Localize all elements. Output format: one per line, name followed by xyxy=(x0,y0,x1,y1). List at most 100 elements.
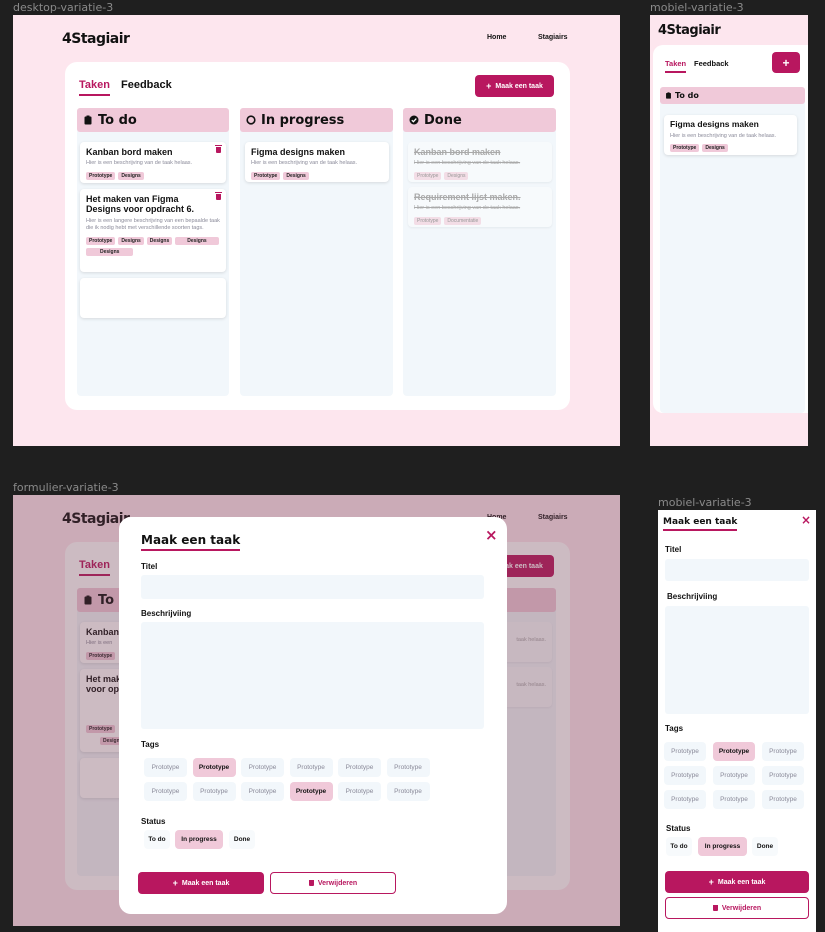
status-option[interactable]: Done xyxy=(752,837,778,856)
tag-option[interactable]: Prototype xyxy=(241,758,284,777)
status-option[interactable]: To do xyxy=(666,837,692,856)
modal-title: Maak een taak xyxy=(141,533,241,551)
tag-option[interactable]: Prototype xyxy=(664,766,706,785)
tag: Designs xyxy=(702,144,728,153)
nav-stagiairs[interactable]: Stagiairs xyxy=(538,34,568,41)
tab-feedback[interactable]: Feedback xyxy=(694,59,729,68)
logo[interactable]: 4Stagiair xyxy=(62,31,130,47)
tag: Designs xyxy=(86,247,134,256)
delete-button[interactable]: Verwijderen xyxy=(665,897,809,919)
status-option[interactable]: In progress xyxy=(175,830,223,849)
column-todo-title: To do xyxy=(98,112,137,128)
tag-option[interactable]: Prototype xyxy=(241,782,284,801)
task-description: Hier is een beschrijving van de taak hel… xyxy=(251,160,358,167)
tag-option[interactable]: Prototype xyxy=(713,766,755,785)
tag-option[interactable]: Prototype xyxy=(762,790,804,809)
title-label: Titel xyxy=(141,562,158,571)
add-task-button[interactable]: + xyxy=(772,52,800,73)
task-card[interactable]: Figma designs maken Hier is een beschrij… xyxy=(245,142,389,182)
title-input[interactable] xyxy=(141,575,484,599)
tag: Prototype xyxy=(86,236,116,245)
tag-option[interactable]: Prototype xyxy=(664,742,706,761)
form-frame: 4Stagiair Home Stagiairs Taken +Maak een… xyxy=(13,495,620,926)
tag: Designs xyxy=(283,171,309,180)
tag-option[interactable]: Prototype xyxy=(713,790,755,809)
column-todo-header: To do xyxy=(660,87,805,104)
task-description: Hier is een beschrijving van de taak hel… xyxy=(414,160,521,167)
tag: Designs xyxy=(444,171,469,180)
tag-option[interactable]: Prototype xyxy=(289,758,333,777)
title-input[interactable] xyxy=(665,559,809,581)
task-description: Hier is een beschrijving van de taak hel… xyxy=(670,132,777,139)
tag-option[interactable]: Prototype xyxy=(338,758,381,777)
description-textarea[interactable] xyxy=(141,622,484,729)
task-card[interactable]: Kanban bord maken Hier is een beschrijvi… xyxy=(80,142,226,183)
tag-option[interactable]: Prototype xyxy=(144,782,187,801)
tag-option[interactable]: Prototype xyxy=(762,742,804,761)
tag: Documentatie xyxy=(444,216,482,225)
title-label: Titel xyxy=(665,545,682,554)
tag-option[interactable]: Prototype xyxy=(338,782,381,801)
tab-feedback[interactable]: Feedback xyxy=(121,79,172,91)
tag-option[interactable]: Prototype xyxy=(289,782,333,801)
tag-option[interactable]: Prototype xyxy=(762,766,804,785)
task-card-done[interactable]: Kanban bord maken Hier is een beschrijvi… xyxy=(408,142,552,182)
tag: Designs xyxy=(175,236,219,245)
description-textarea[interactable] xyxy=(665,606,809,714)
status-option[interactable]: To do xyxy=(144,830,170,849)
tag-option[interactable]: Prototype xyxy=(386,782,430,801)
task-description: Hier is een beschrijving van de taak hel… xyxy=(86,160,193,167)
task-card[interactable]: Figma designs maken Hier is een beschrij… xyxy=(664,115,797,155)
tags-label: Tags xyxy=(665,724,684,733)
trash-icon[interactable] xyxy=(215,192,222,200)
task-title: Het maken van Figma Designs voor opdrach… xyxy=(86,194,195,215)
trash-icon xyxy=(712,905,718,911)
delete-label: Verwijderen xyxy=(317,879,358,887)
tag-option[interactable]: Prototype xyxy=(144,758,187,777)
close-icon[interactable]: × xyxy=(801,513,811,527)
tag: Prototype xyxy=(414,171,442,180)
tag-option[interactable]: Prototype xyxy=(192,758,236,777)
check-circle-icon xyxy=(409,115,419,125)
task-card[interactable]: Het maken van Figma Designs voor opdrach… xyxy=(80,189,226,272)
tag-option[interactable]: Prototype xyxy=(713,742,755,761)
nav-home[interactable]: Home xyxy=(487,34,506,41)
logo[interactable]: 4Stagiair xyxy=(658,23,721,38)
column-in-progress: In progress Figma designs maken Hier is … xyxy=(240,108,393,396)
column-done-title: Done xyxy=(424,112,462,128)
close-icon[interactable]: × xyxy=(485,526,498,544)
status-option[interactable]: In progress xyxy=(698,837,747,856)
create-task-button[interactable]: + Maak een taak xyxy=(138,872,264,894)
tag-option[interactable]: Prototype xyxy=(192,782,236,801)
tag-option[interactable]: Prototype xyxy=(386,758,430,777)
status-label: Status xyxy=(666,824,691,833)
tag: Designs xyxy=(118,236,144,245)
delete-button[interactable]: Verwijderen xyxy=(270,872,396,894)
column-done: Done Kanban bord maken Hier is een besch… xyxy=(403,108,556,396)
tag-option[interactable]: Prototype xyxy=(664,790,706,809)
create-task-label: Maak een taak xyxy=(495,82,543,90)
column-done-header: Done xyxy=(403,108,556,132)
modal-title: Maak een taak xyxy=(663,517,738,531)
tab-tasks[interactable]: Taken xyxy=(79,79,110,96)
create-task-label: Maak een taak xyxy=(717,878,766,886)
tab-tasks[interactable]: Taken xyxy=(665,59,687,73)
task-description: Hier is een langere beschrijving van een… xyxy=(86,217,220,232)
plus-icon: + xyxy=(782,55,790,70)
task-card-done[interactable]: Requirement lijst maken. Hier is een bes… xyxy=(408,187,552,227)
clipboard-icon xyxy=(666,92,671,99)
create-task-button[interactable]: + Maak een taak xyxy=(475,75,554,97)
column-progress-header: In progress xyxy=(240,108,393,132)
column-progress-title: In progress xyxy=(261,112,345,128)
task-title: Requirement lijst maken. xyxy=(414,192,521,202)
trash-icon[interactable] xyxy=(215,145,222,153)
empty-task-placeholder[interactable] xyxy=(80,278,226,318)
clipboard-icon xyxy=(84,115,92,125)
create-task-button[interactable]: + Maak een taak xyxy=(665,871,809,893)
status-option[interactable]: Done xyxy=(229,830,255,849)
tag: Designs xyxy=(146,236,173,245)
frame-label-form: formulier-variatie-3 xyxy=(13,481,119,494)
trash-icon xyxy=(308,880,314,886)
create-task-label: Maak een taak xyxy=(181,879,230,887)
create-task-modal: Maak een taak × Titel Beschrijviing Tags… xyxy=(119,517,507,914)
